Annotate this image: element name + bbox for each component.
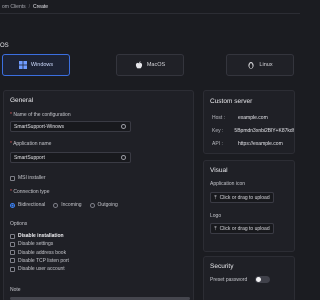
option-checkbox[interactable] xyxy=(10,241,15,247)
general-title: General xyxy=(10,97,34,104)
logo-upload-button[interactable]: ⤒ Click or drag to upload xyxy=(210,223,274,234)
msi-installer-label: MSI installer xyxy=(18,175,46,181)
host-label: Host : xyxy=(212,115,226,121)
option-checkbox[interactable] xyxy=(10,250,15,256)
connection-type-group: Bidirectional Incoming Outgoing xyxy=(10,202,118,208)
preset-password-row: Preset password xyxy=(210,276,271,283)
key-value[interactable]: 5Bpmdn3xnbi2BlY+K87kdlwRlf xyxy=(234,128,294,134)
option-checkbox[interactable] xyxy=(10,233,15,239)
tab-macos[interactable]: MacOS xyxy=(116,54,184,76)
tab-windows-label: Windows xyxy=(30,62,54,68)
radio-outgoing[interactable] xyxy=(89,202,95,208)
connection-option-incoming[interactable]: Incoming xyxy=(53,202,82,208)
api-label: API : xyxy=(212,141,223,147)
msi-installer-row[interactable]: MSI installer xyxy=(10,175,46,181)
option-disable-user-account[interactable]: Disable user account xyxy=(10,266,69,272)
app-icon-label: Application icon xyxy=(210,181,246,187)
tab-windows[interactable]: Windows xyxy=(2,54,70,76)
preset-password-label: Preset password xyxy=(210,276,248,283)
radio-bidirectional[interactable] xyxy=(10,202,15,208)
breadcrumb-separator: / xyxy=(28,3,31,10)
apple-icon xyxy=(135,61,142,69)
general-panel: General * Name of the configuration Smar… xyxy=(3,90,194,300)
msi-installer-checkbox[interactable] xyxy=(10,175,15,181)
preset-password-toggle[interactable] xyxy=(255,276,271,283)
app-icon-upload-button[interactable]: ⤒ Click or drag to upload xyxy=(210,192,274,203)
api-value[interactable]: https://example.com xyxy=(238,141,283,147)
app-name-label: * Application name xyxy=(10,141,52,147)
tab-linux-label: Linux xyxy=(259,62,273,68)
option-checkbox[interactable] xyxy=(10,266,15,272)
clear-icon[interactable] xyxy=(121,124,126,129)
note-label: Note xyxy=(10,287,21,293)
option-checkbox[interactable] xyxy=(10,258,15,264)
option-disable-address-book[interactable]: Disable address book xyxy=(10,250,69,256)
host-row: Host : example.com xyxy=(212,115,294,121)
security-title: Security xyxy=(210,263,234,270)
breadcrumb-parent-link[interactable]: om Clients xyxy=(2,4,26,10)
visual-title: Visual xyxy=(210,167,228,174)
linux-icon xyxy=(248,62,254,69)
visual-panel: Visual Application icon ⤒ Click or drag … xyxy=(203,160,295,252)
connection-option-bidirectional[interactable]: Bidirectional xyxy=(10,202,45,208)
key-label: Key : xyxy=(212,128,224,134)
tab-linux[interactable]: Linux xyxy=(226,54,294,76)
tab-macos-label: MacOS xyxy=(146,62,166,68)
config-name-input[interactable]: SmartSupport-Winows xyxy=(10,121,131,132)
api-row: API : https://example.com xyxy=(212,141,294,147)
custom-server-title: Custom server xyxy=(210,98,253,105)
windows-icon xyxy=(18,61,27,69)
security-panel: Security Preset password xyxy=(203,256,295,300)
config-name-label: * Name of the configuration xyxy=(10,112,71,118)
logo-label: Logo xyxy=(210,213,222,219)
host-value[interactable]: example.com xyxy=(238,115,268,121)
header-divider xyxy=(0,13,300,14)
options-list: Disable installation Disable settings Di… xyxy=(10,233,69,272)
options-label: Options xyxy=(10,221,28,227)
upload-icon: ⤒ xyxy=(214,194,217,201)
option-disable-installation[interactable]: Disable installation xyxy=(10,233,69,239)
app-name-input[interactable]: SmartSupport xyxy=(10,152,131,163)
breadcrumb: om Clients / Create xyxy=(2,2,48,11)
connection-option-outgoing[interactable]: Outgoing xyxy=(89,202,118,208)
radio-incoming[interactable] xyxy=(53,202,59,208)
option-disable-tcp-listen-port[interactable]: Disable TCP listen port xyxy=(10,258,69,264)
os-section-title: OS xyxy=(0,43,9,49)
option-disable-settings[interactable]: Disable settings xyxy=(10,241,69,247)
key-row: Key : 5Bpmdn3xnbi2BlY+K87kdlwRlf xyxy=(212,128,294,134)
clear-icon[interactable] xyxy=(121,155,126,160)
connection-type-label: * Connection type xyxy=(10,189,50,195)
breadcrumb-current: Create xyxy=(33,3,49,10)
upload-icon: ⤒ xyxy=(214,225,217,232)
custom-server-panel: Custom server Host : example.com Key : 5… xyxy=(203,90,295,154)
